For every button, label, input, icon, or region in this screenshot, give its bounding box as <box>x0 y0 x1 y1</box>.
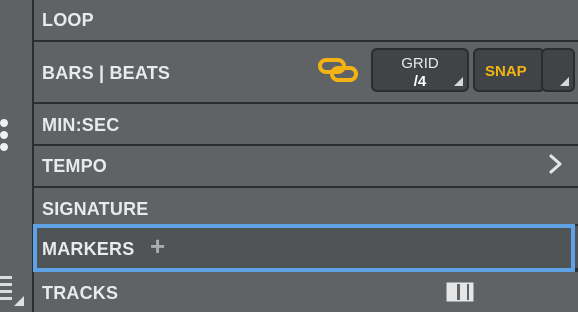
list-view-icon[interactable] <box>0 276 14 306</box>
list-bar <box>0 283 12 286</box>
grid-value: /4 <box>413 73 427 90</box>
row-bars-beats[interactable]: BARS | BEATS GRID /4 SNAP <box>34 42 578 104</box>
list-bar <box>0 297 12 300</box>
chevron-right-icon[interactable] <box>546 152 566 176</box>
snap-button[interactable]: SNAP <box>473 48 545 92</box>
list-bar <box>0 290 12 293</box>
row-label-min-sec: MIN:SEC <box>42 115 120 135</box>
row-min-sec[interactable]: MIN:SEC <box>34 104 578 146</box>
grid-label: GRID <box>401 55 439 72</box>
row-label-signature: SIGNATURE <box>42 199 149 219</box>
row-tempo[interactable]: TEMPO <box>34 146 578 188</box>
row-label-bars-beats: BARS | BEATS <box>42 63 171 83</box>
row-label-loop: LOOP <box>42 10 94 30</box>
left-toolbar-strip <box>0 0 34 312</box>
link-chain-icon[interactable] <box>318 57 358 83</box>
row-label-tracks: TRACKS <box>42 283 119 303</box>
snap-label: SNAP <box>485 63 527 80</box>
row-tracks[interactable]: TRACKS <box>34 272 578 312</box>
dot <box>0 131 8 139</box>
dropdown-corner-icon <box>560 77 569 86</box>
dot <box>0 119 8 127</box>
row-label-tempo: TEMPO <box>42 156 108 176</box>
dropdown-corner-icon[interactable] <box>14 296 24 306</box>
list-bar <box>0 276 12 279</box>
snap-dropdown-button[interactable] <box>541 48 575 92</box>
dot <box>0 143 8 151</box>
grid-button[interactable]: GRID /4 <box>371 48 469 92</box>
tracks-view-icon[interactable] <box>446 282 474 302</box>
row-signature[interactable]: SIGNATURE <box>34 188 578 226</box>
more-vertical-icon[interactable] <box>0 119 10 155</box>
dropdown-corner-icon <box>454 77 463 86</box>
selection-highlight <box>33 224 575 272</box>
row-loop[interactable]: LOOP <box>34 0 578 42</box>
